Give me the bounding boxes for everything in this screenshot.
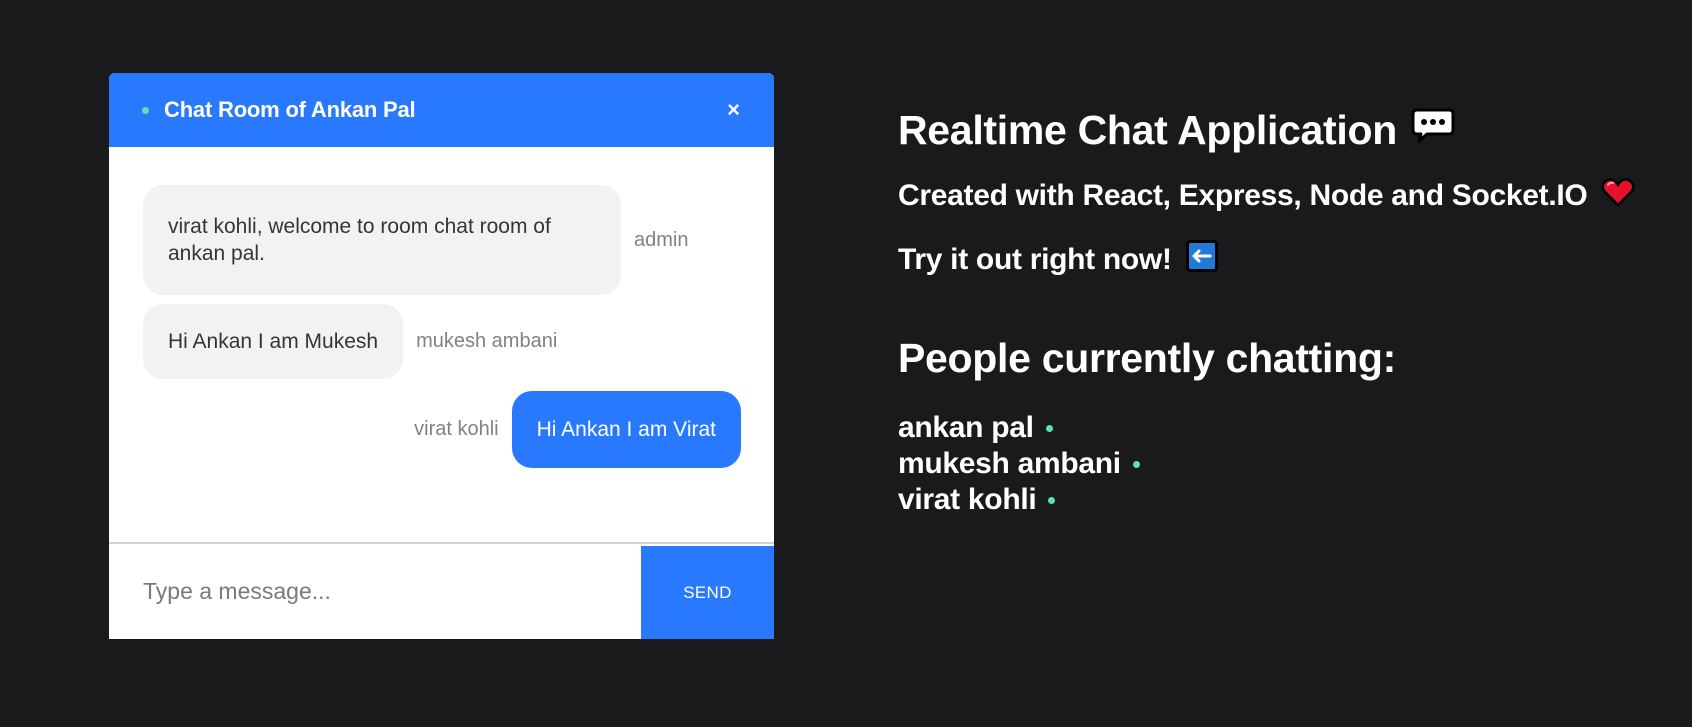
try-it-text: Try it out right now! — [898, 238, 1635, 282]
send-button[interactable]: SEND — [641, 546, 774, 639]
person-item: virat kohli — [898, 482, 1635, 518]
person-item: mukesh ambani — [898, 446, 1635, 482]
online-status-icon — [142, 106, 149, 114]
try-it-label: Try it out right now! — [898, 243, 1172, 276]
people-list: ankan pal mukesh ambani virat kohli — [898, 410, 1635, 518]
app-subtitle-text: Created with React, Express, Node and So… — [898, 179, 1588, 212]
speech-balloon-icon — [1411, 107, 1455, 154]
chat-room-title: Chat Room of Ankan Pal — [164, 97, 416, 122]
chat-window: Chat Room of Ankan Pal × virat kohli, we… — [109, 73, 774, 639]
message-input[interactable] — [109, 544, 641, 639]
page: Chat Room of Ankan Pal × virat kohli, we… — [0, 0, 1692, 727]
message-row: virat kohli Hi Ankan I am Virat — [143, 387, 741, 471]
person-name: virat kohli — [898, 483, 1037, 516]
people-heading: People currently chatting: — [898, 334, 1396, 381]
heart-icon — [1601, 177, 1635, 215]
message-row: virat kohli, welcome to room chat room o… — [143, 185, 741, 295]
person-item: ankan pal — [898, 410, 1635, 446]
app-title-text: Realtime Chat Application — [898, 106, 1397, 153]
online-status-icon — [1132, 460, 1140, 468]
message-bubble: virat kohli, welcome to room chat room o… — [143, 185, 621, 295]
message-list[interactable]: virat kohli, welcome to room chat room o… — [109, 147, 774, 542]
app-title: Realtime Chat Application — [898, 100, 1635, 160]
message-form: SEND — [109, 542, 774, 639]
app-subtitle: Created with React, Express, Node and So… — [898, 174, 1635, 218]
message-bubble-own: Hi Ankan I am Virat — [511, 390, 741, 468]
message-sender: mukesh ambani — [416, 329, 558, 352]
info-panel: Realtime Chat Application Created with R… — [898, 100, 1635, 518]
online-status-icon — [1048, 496, 1056, 504]
left-arrow-icon — [1185, 240, 1218, 280]
message-sender: admin — [634, 228, 689, 251]
message-row: Hi Ankan I am Mukesh mukesh ambani — [143, 300, 741, 382]
online-status-icon — [1045, 424, 1053, 432]
message-sender: virat kohli — [414, 417, 499, 440]
close-icon[interactable]: × — [727, 99, 740, 121]
chat-header: Chat Room of Ankan Pal × — [109, 73, 774, 147]
message-bubble: Hi Ankan I am Mukesh — [143, 303, 404, 379]
person-name: mukesh ambani — [898, 447, 1121, 480]
person-name: ankan pal — [898, 411, 1034, 444]
